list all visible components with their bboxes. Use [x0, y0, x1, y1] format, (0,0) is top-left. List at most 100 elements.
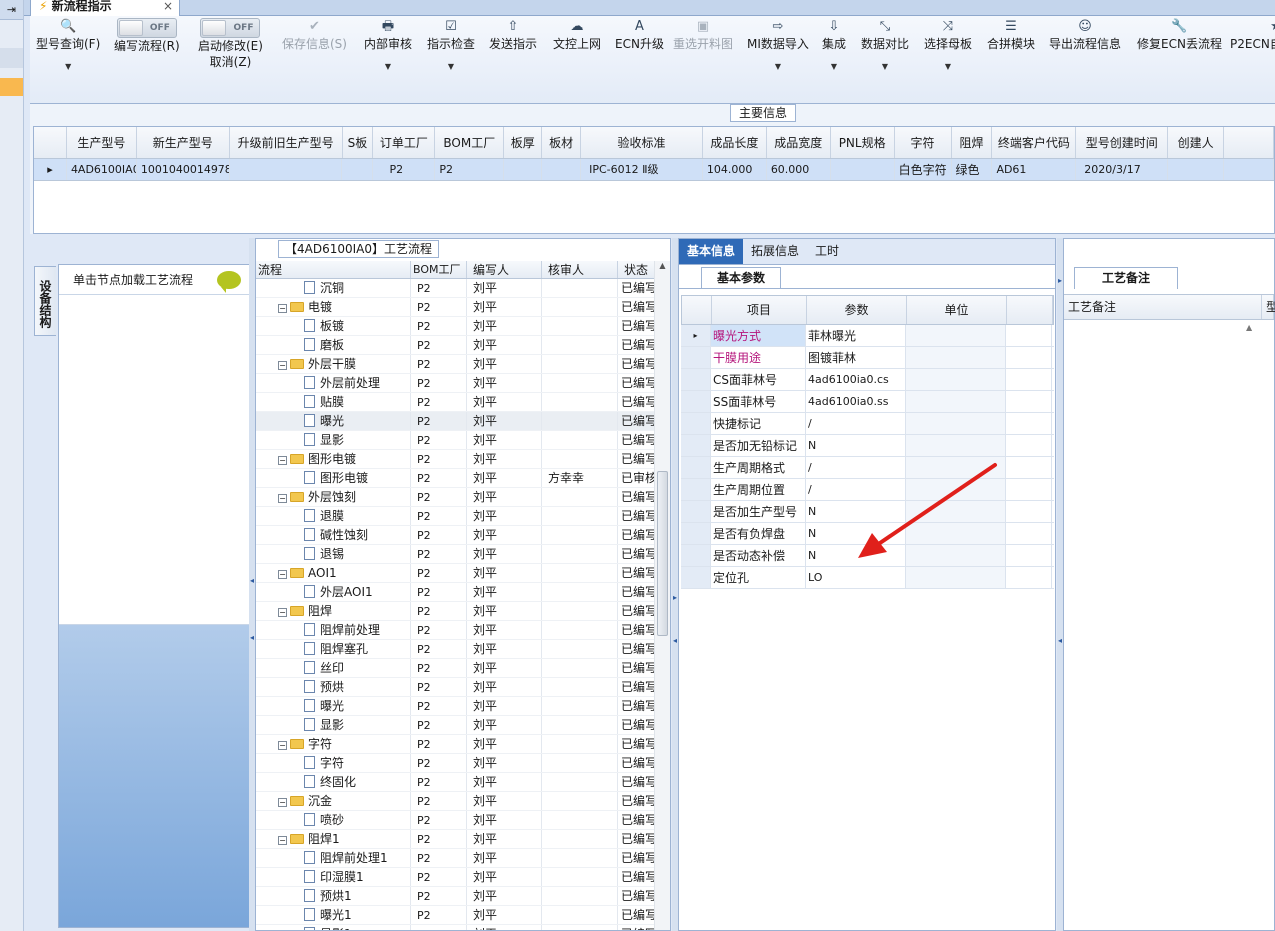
param-unit[interactable]	[906, 413, 1006, 434]
scrollbar[interactable]: ▲	[654, 261, 670, 930]
flow-tree-row[interactable]: 显影 P2 刘平 已编写	[256, 431, 656, 450]
col-header[interactable]: 创建人	[1168, 127, 1225, 158]
cell[interactable]: 白色字符	[895, 159, 952, 180]
cell[interactable]	[342, 159, 374, 180]
flow-tree-row[interactable]: 预烘 P2 刘平 已编写	[256, 678, 656, 697]
cell[interactable]: 60.000	[767, 159, 831, 180]
data-compare-button[interactable]: ⤡ 数据对比 ▼	[861, 18, 909, 71]
cell[interactable]: 104.000	[703, 159, 767, 180]
param-value[interactable]: 4ad6100ia0.ss	[806, 391, 906, 412]
param-value[interactable]: N	[806, 501, 906, 522]
flow-tree-row[interactable]: 字符 P2 刘平 已编写	[256, 754, 656, 773]
start-modify-toggle[interactable]: OFF 启动修改(E) 取消(Z)	[198, 18, 263, 70]
doc-tab-new-flow[interactable]: ⚡ 新流程指示 ×	[30, 0, 180, 16]
param-unit[interactable]	[906, 479, 1006, 500]
col-header[interactable]: 板材	[542, 127, 582, 158]
fix-ecn-flow-button[interactable]: 🔧 修复ECN丢流程	[1137, 18, 1222, 52]
col-header[interactable]: 升级前旧生产型号	[230, 127, 343, 158]
export-flow-button[interactable]: ☺ 导出流程信息	[1049, 18, 1121, 52]
cell[interactable]: AD61	[992, 159, 1077, 180]
write-flow-switch[interactable]: OFF	[116, 18, 177, 38]
flow-tree-row[interactable]: 板镀 P2 刘平 已编写	[256, 317, 656, 336]
collapse-icon[interactable]: −	[278, 494, 287, 503]
param-row[interactable]: 快捷标记 /	[681, 413, 1054, 435]
flow-tree-row[interactable]: 显影1 P2刘平 已编写	[256, 925, 656, 930]
merge-module-button[interactable]: ☰ 合拼模块	[987, 18, 1035, 52]
col-header[interactable]: 生产型号	[67, 127, 137, 158]
tab-work-hours[interactable]: 工时	[807, 239, 847, 264]
cell[interactable]: IPC-6012 Ⅱ级	[581, 159, 703, 180]
cell[interactable]: 绿色	[952, 159, 993, 180]
col-header[interactable]: 成品宽度	[767, 127, 831, 158]
p2ecn-button[interactable]: ★ P2ECN自 ▼	[1230, 18, 1275, 71]
param-unit[interactable]	[906, 523, 1006, 544]
cell[interactable]	[504, 159, 543, 180]
col-header[interactable]: 成品长度	[703, 127, 767, 158]
param-row[interactable]: ▸ 曝光方式 菲林曝光	[681, 325, 1054, 347]
flow-tree-row[interactable]: 阻焊前处理 P2 刘平 已编写	[256, 621, 656, 640]
collapse-icon[interactable]: −	[278, 361, 287, 370]
reselect-drawing-button[interactable]: ▣ 重选开料图	[673, 18, 733, 52]
model-query-button[interactable]: 🔍 型号查询(F) ▼	[36, 18, 100, 71]
col-header[interactable]: S板	[343, 127, 374, 158]
col-header[interactable]: 阻焊	[952, 127, 993, 158]
col-header[interactable]: 型号创建时间	[1076, 127, 1169, 158]
param-value[interactable]: N	[806, 435, 906, 456]
param-unit[interactable]	[906, 369, 1006, 390]
param-value[interactable]: 菲林曝光	[806, 325, 906, 346]
param-value[interactable]: 图镀菲林	[806, 347, 906, 368]
col-header[interactable]: 工艺备注	[1064, 295, 1262, 319]
close-icon[interactable]: ×	[163, 0, 173, 15]
col-header[interactable]: 编写人	[467, 261, 542, 278]
flow-tree-row[interactable]: 曝光 P2 刘平 已编写	[256, 697, 656, 716]
flow-tree-row[interactable]: 终固化 P2 刘平 已编写	[256, 773, 656, 792]
flow-tree-row[interactable]: 贴膜 P2 刘平 已编写	[256, 393, 656, 412]
param-value[interactable]: LO	[806, 567, 906, 588]
cell[interactable]	[542, 159, 582, 180]
param-unit[interactable]	[906, 325, 1006, 346]
cell[interactable]: P2	[373, 159, 436, 180]
flow-tree-row[interactable]: 磨板 P2 刘平 已编写	[256, 336, 656, 355]
collapse-icon[interactable]: −	[278, 608, 287, 617]
param-row[interactable]: 干膜用途 图镀菲林	[681, 347, 1054, 369]
flow-tree-row[interactable]: 喷砂 P2 刘平 已编写	[256, 811, 656, 830]
cell[interactable]	[1168, 159, 1225, 180]
side-item[interactable]	[0, 48, 23, 68]
flow-tree-row[interactable]: − 阻焊 P2 刘平 已编写	[256, 602, 656, 621]
param-value[interactable]: /	[806, 413, 906, 434]
col-header[interactable]: 流程	[256, 261, 411, 278]
param-value[interactable]: /	[806, 457, 906, 478]
exit-icon[interactable]: ⇥	[0, 0, 23, 20]
flow-tree-row[interactable]: 退膜 P2 刘平 已编写	[256, 507, 656, 526]
cell[interactable]: 4AD6100IA0	[67, 159, 137, 180]
col-header[interactable]: 核审人	[542, 261, 618, 278]
col-header[interactable]: 订单工厂	[373, 127, 436, 158]
col-header[interactable]: 型	[1262, 295, 1275, 319]
collapse-icon[interactable]: −	[278, 456, 287, 465]
param-row[interactable]: SS面菲林号 4ad6100ia0.ss	[681, 391, 1054, 413]
col-header[interactable]: PNL规格	[831, 127, 895, 158]
col-header[interactable]	[1224, 127, 1274, 158]
collapse-icon[interactable]: −	[278, 741, 287, 750]
flow-tree-row[interactable]: 外层AOI1 P2 刘平 已编写	[256, 583, 656, 602]
tab-extended-info[interactable]: 拓展信息	[743, 239, 807, 264]
col-header[interactable]: 终端客户代码	[992, 127, 1077, 158]
col-header[interactable]: 状态	[618, 261, 656, 278]
param-unit[interactable]	[906, 457, 1006, 478]
col-header[interactable]: 验收标准	[581, 127, 703, 158]
param-value[interactable]: 4ad6100ia0.cs	[806, 369, 906, 390]
param-row[interactable]: 是否加无铅标记 N	[681, 435, 1054, 457]
cell[interactable]: 10010400149787	[137, 159, 230, 180]
integrate-button[interactable]: ⇩ 集成 ▼	[822, 18, 846, 71]
save-info-button[interactable]: ✔ 保存信息(S)	[282, 18, 347, 52]
collapse-icon[interactable]: −	[278, 798, 287, 807]
flow-tree-row[interactable]: − 字符 P2 刘平 已编写	[256, 735, 656, 754]
flow-tree-row[interactable]: − 电镀 P2 刘平 已编写	[256, 298, 656, 317]
flow-tree-row[interactable]: 阻焊前处理1 P2 刘平 已编写	[256, 849, 656, 868]
collapse-icon[interactable]: −	[278, 570, 287, 579]
indicator-check-button[interactable]: ☑ 指示检查 ▼	[427, 18, 475, 71]
col-header[interactable]: 单位	[907, 296, 1007, 324]
flow-tree-row[interactable]: 预烘1 P2 刘平 已编写	[256, 887, 656, 906]
flow-tree-row[interactable]: 显影 P2 刘平 已编写	[256, 716, 656, 735]
col-header[interactable]: 项目	[712, 296, 807, 324]
